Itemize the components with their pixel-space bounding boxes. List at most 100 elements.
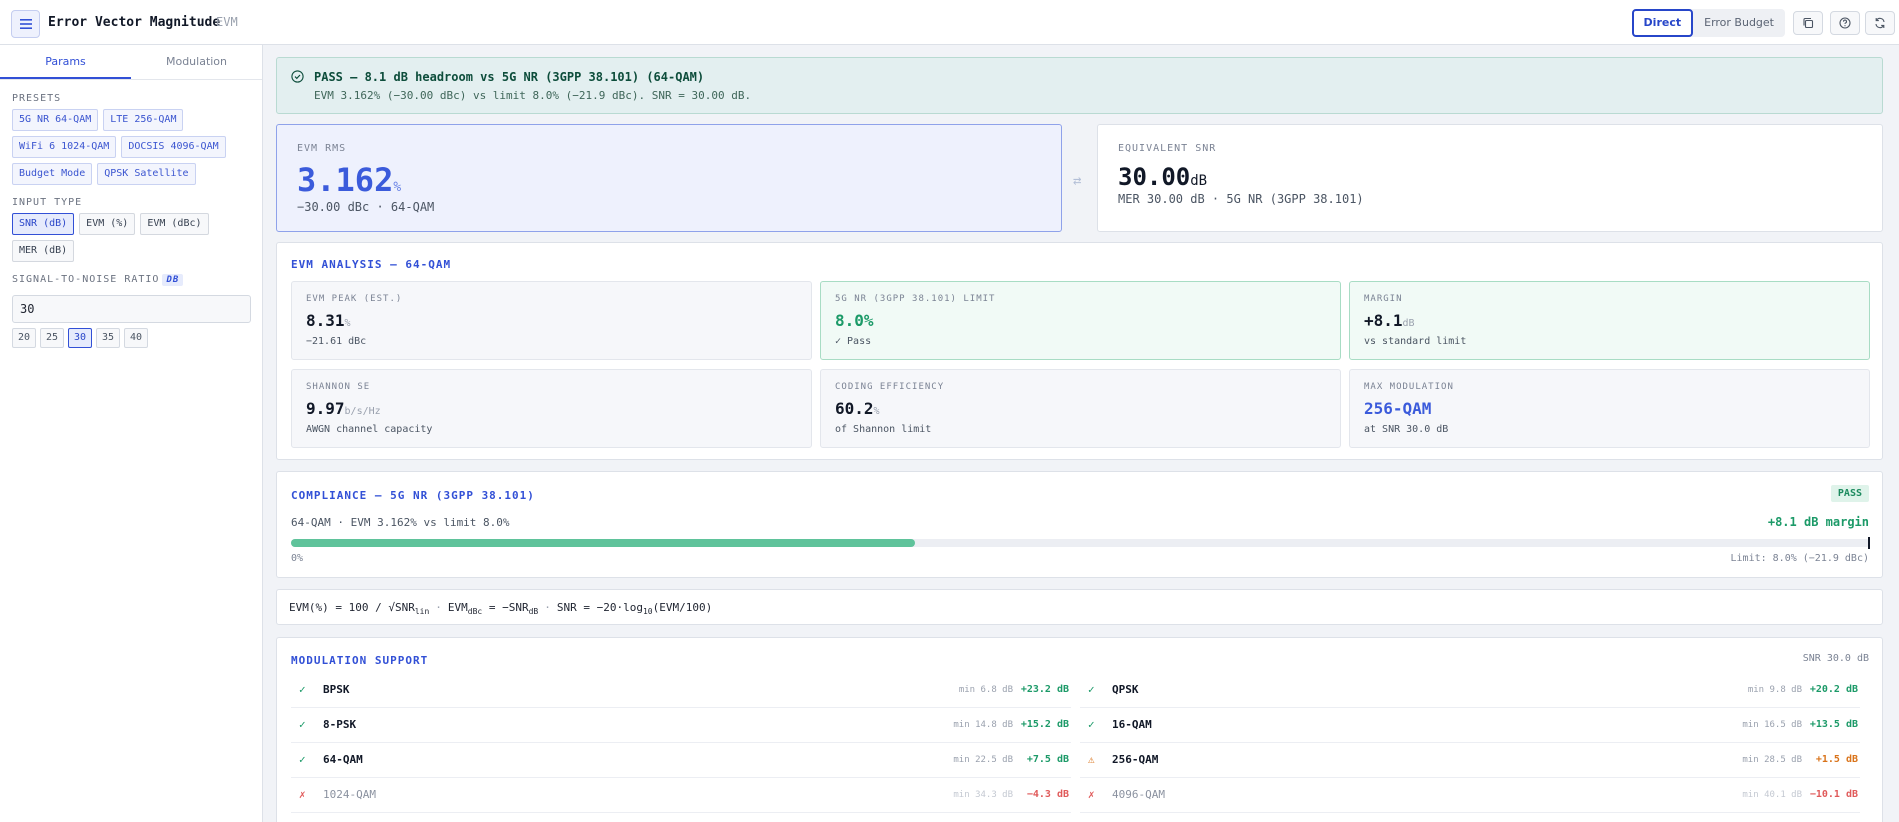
equivalent-snr-number: 30.00 <box>1118 163 1191 191</box>
app-title: Error Vector Magnitude <box>48 15 221 30</box>
check-icon: ✓ <box>1088 683 1095 696</box>
formula-evm-dbc-rest: = −SNR <box>482 601 529 614</box>
metric-number: 9.97 <box>306 399 345 418</box>
metric-label: 5G NR (3GPP 38.101) LIMIT <box>835 294 996 304</box>
equivalent-snr-sub: MER 30.00 dB · 5G NR (3GPP 38.101) <box>1118 192 1364 206</box>
evm-rms-unit: % <box>393 180 402 195</box>
menu-button[interactable] <box>11 10 40 38</box>
snr-quick-20[interactable]: 20 <box>12 328 36 348</box>
metric-sub: −21.61 dBc <box>306 336 367 347</box>
modulation-name: 16-QAM <box>1112 718 1152 731</box>
metric-sub: AWGN channel capacity <box>306 424 433 435</box>
formula-snr-rest: (EVM/100) <box>652 601 713 614</box>
check-icon: ✓ <box>299 753 306 766</box>
snr-field-label: SIGNAL-TO-NOISE RATIO DB <box>12 274 250 286</box>
mode-error-budget-button[interactable]: Error Budget <box>1693 9 1785 37</box>
modulation-min-snr: min 6.8 dB <box>958 685 1013 695</box>
metric-unit: % <box>344 318 351 329</box>
check-icon: ✓ <box>1088 718 1095 731</box>
preset-5g-nr-64qam[interactable]: 5G NR 64-QAM <box>12 109 99 131</box>
cross-icon: ✗ <box>1088 788 1095 801</box>
snr-quick-25[interactable]: 25 <box>40 328 64 348</box>
metric-value: +8.1dB <box>1364 311 1415 330</box>
help-button[interactable] <box>1830 11 1860 35</box>
input-type-evm-percent[interactable]: EVM (%) <box>79 213 136 235</box>
compliance-section: COMPLIANCE — 5G NR (3GPP 38.101) PASS 64… <box>276 471 1883 578</box>
check-circle-icon <box>291 70 304 83</box>
metric-value: 256-QAM <box>1364 399 1431 418</box>
metric-sub: vs standard limit <box>1364 336 1467 347</box>
metric-value: 9.97b/s/Hz <box>306 399 381 418</box>
evm-analysis-title: EVM ANALYSIS — 64-QAM <box>291 258 452 271</box>
preset-lte-256qam[interactable]: LTE 256-QAM <box>103 109 184 131</box>
modulation-margin: +23.2 dB <box>1020 684 1069 695</box>
snr-quick-35[interactable]: 35 <box>96 328 120 348</box>
modulation-min-snr: min 34.3 dB <box>953 790 1013 800</box>
snr-quick-40[interactable]: 40 <box>124 328 148 348</box>
modulation-support-section: MODULATION SUPPORT SNR 30.0 dB ✓ BPSK min … <box>276 637 1883 822</box>
metric-evm-peak: EVM PEAK (EST.) 8.31% −21.61 dBc <box>291 281 812 360</box>
input-type-mer[interactable]: MER (dB) <box>12 240 75 262</box>
compliance-bar-fill <box>291 539 915 547</box>
tab-modulation[interactable]: Modulation <box>131 45 262 79</box>
metric-margin: MARGIN +8.1dB vs standard limit <box>1349 281 1870 360</box>
limit-marker <box>1868 537 1870 549</box>
app-header: Error Vector Magnitude EVM Direct Error … <box>0 0 1899 45</box>
list-item: ✓ 16-QAM min 16.5 dB +13.5 dB <box>1080 708 1860 743</box>
modulation-min-snr: min 22.5 dB <box>953 755 1013 765</box>
list-item: ✓ 8-PSK min 14.8 dB +15.2 dB <box>291 708 1071 743</box>
metric-unit: dB <box>1402 318 1415 329</box>
copy-button[interactable] <box>1793 11 1823 35</box>
metric-sub: of Shannon limit <box>835 424 932 435</box>
modulation-margin: +7.5 dB <box>1026 754 1069 765</box>
metric-number: 8.0% <box>835 311 874 330</box>
tab-params[interactable]: Params <box>0 45 131 79</box>
metric-unit: b/s/Hz <box>344 406 381 417</box>
preset-docsis-4096qam[interactable]: DOCSIS 4096-QAM <box>121 136 226 158</box>
help-icon <box>1839 17 1851 29</box>
modulation-name: 4096-QAM <box>1112 788 1165 801</box>
snr-unit-tag: DB <box>162 274 184 286</box>
modulation-min-snr: min 16.5 dB <box>1742 720 1802 730</box>
equivalent-snr-unit: dB <box>1190 173 1208 189</box>
mode-direct-button[interactable]: Direct <box>1631 9 1694 37</box>
input-type-evm-dbc[interactable]: EVM (dBc) <box>140 213 209 235</box>
refresh-button[interactable] <box>1865 11 1895 35</box>
list-item: ✓ BPSK min 6.8 dB +23.2 dB <box>291 673 1071 708</box>
snr-label-text: SIGNAL-TO-NOISE RATIO <box>12 274 160 285</box>
formula-sub: dB <box>528 607 539 617</box>
metric-sub: ✓ Pass <box>835 336 872 347</box>
snr-quick-30[interactable]: 30 <box>68 328 92 348</box>
modulation-name: 1024-QAM <box>323 788 376 801</box>
banner-title: PASS — 8.1 dB headroom vs 5G NR (3GPP 38… <box>314 70 705 84</box>
check-icon: ✓ <box>299 683 306 696</box>
list-item: ✗ 1024-QAM min 34.3 dB −4.3 dB <box>291 778 1071 813</box>
metric-label: CODING EFFICIENCY <box>835 382 945 392</box>
list-item: ✓ 64-QAM min 22.5 dB +7.5 dB <box>291 743 1071 778</box>
formula-evm-dbc: EVM <box>447 601 468 614</box>
input-type-list: SNR (dB) EVM (%) EVM (dBc) MER (dB) <box>12 213 242 262</box>
metric-sub: at SNR 30.0 dB <box>1364 424 1449 435</box>
input-type-snr[interactable]: SNR (dB) <box>12 213 75 235</box>
app-abbreviation: EVM <box>216 15 238 29</box>
presets-label: PRESETS <box>12 93 62 104</box>
bar-min-label: 0% <box>291 553 304 564</box>
copy-icon <box>1803 17 1814 29</box>
formula-sub: lin <box>414 607 430 617</box>
preset-qpsk-satellite[interactable]: QPSK Satellite <box>97 163 196 185</box>
formula-sub: 10 <box>642 607 653 617</box>
swap-icon: ⇄ <box>1073 173 1082 189</box>
preset-budget-mode[interactable]: Budget Mode <box>12 163 93 185</box>
modulation-margin: +20.2 dB <box>1809 684 1858 695</box>
status-banner: PASS — 8.1 dB headroom vs 5G NR (3GPP 38… <box>276 57 1883 114</box>
compliance-title: COMPLIANCE — 5G NR (3GPP 38.101) <box>291 489 535 502</box>
preset-wifi6-1024qam[interactable]: WiFi 6 1024-QAM <box>12 136 117 158</box>
evm-analysis-section: EVM ANALYSIS — 64-QAM EVM PEAK (EST.) 8.… <box>276 242 1883 460</box>
compliance-description: 64-QAM · EVM 3.162% vs limit 8.0% <box>291 516 510 529</box>
list-item: ✗ 4096-QAM min 40.1 dB −10.1 dB <box>1080 778 1860 813</box>
snr-input[interactable] <box>12 295 251 323</box>
modulation-name: 64-QAM <box>323 753 363 766</box>
modulation-min-snr: min 40.1 dB <box>1742 790 1802 800</box>
sidebar: Params Modulation PRESETS 5G NR 64-QAM L… <box>0 45 263 822</box>
modulation-margin: −10.1 dB <box>1809 789 1858 800</box>
